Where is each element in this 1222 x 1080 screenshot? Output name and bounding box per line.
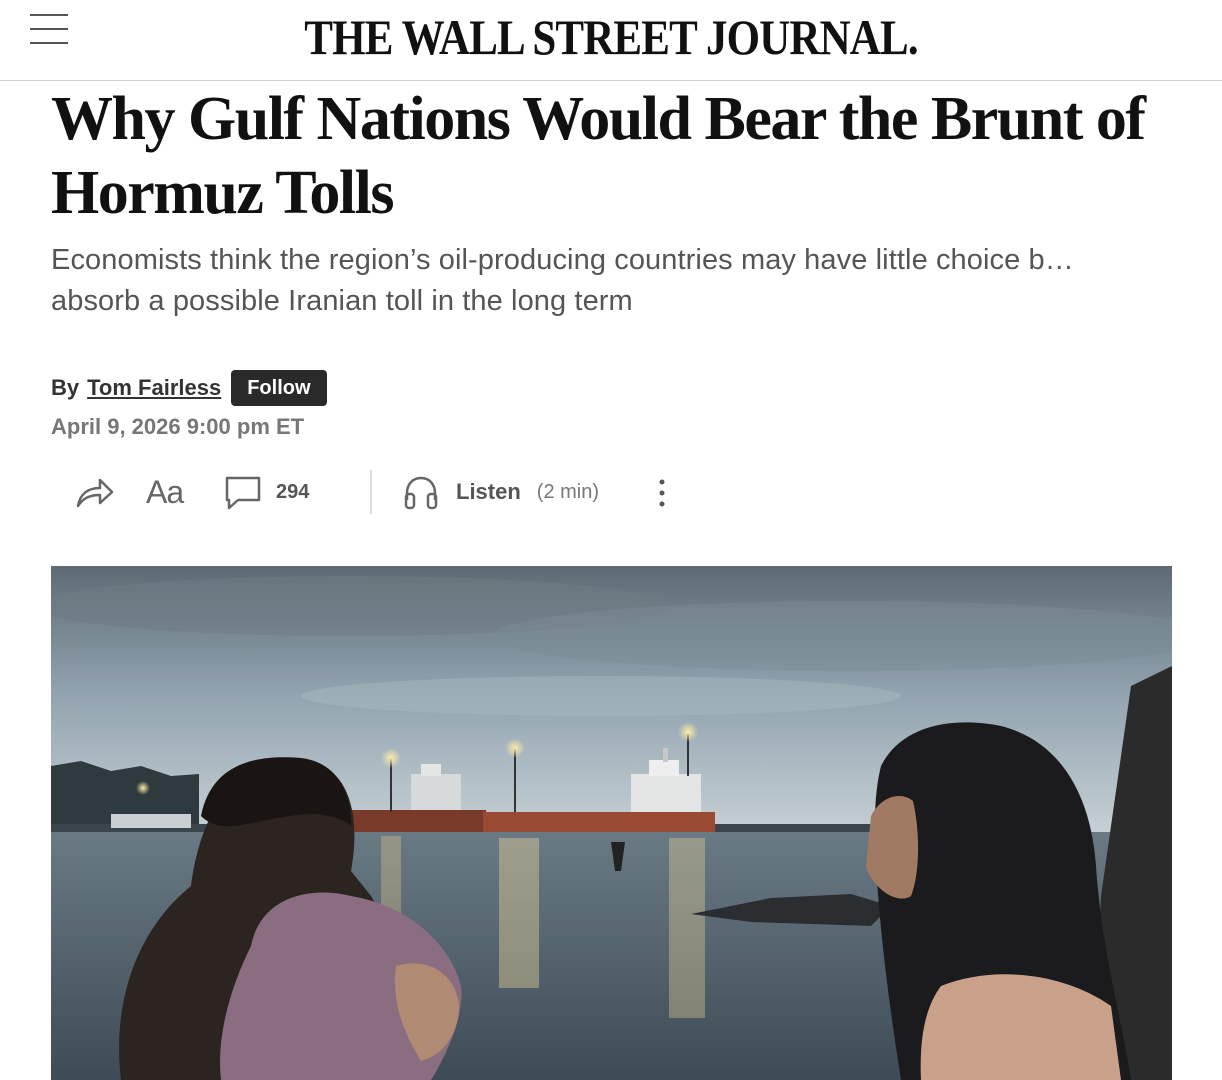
- article-dek: Economists think the region’s oil-produc…: [51, 244, 1074, 317]
- author-link[interactable]: Tom Fairless: [87, 375, 221, 401]
- article-photo[interactable]: [51, 566, 1172, 1080]
- headphones-icon: [404, 476, 438, 510]
- article-headline: Why Gulf Nations Would Bear the Brunt of…: [51, 85, 1146, 227]
- more-options-button[interactable]: [652, 468, 672, 516]
- masthead-logo[interactable]: THE WALL STREET JOURNAL.: [86, 8, 1137, 66]
- text-size-icon: Aa: [146, 473, 184, 510]
- publish-date: April 9, 2026 9:00 pm ET: [51, 414, 305, 439]
- text-size-button[interactable]: Aa: [146, 468, 184, 516]
- comments-button[interactable]: 294: [224, 468, 309, 516]
- article-toolbar: Aa 294 Listen (2 min): [74, 468, 694, 516]
- listen-button[interactable]: Listen (2 min): [402, 468, 599, 516]
- menu-icon[interactable]: [30, 12, 68, 46]
- comment-count: 294: [276, 480, 310, 503]
- byline: By Tom Fairless Follow: [51, 370, 327, 406]
- share-icon: [76, 478, 114, 508]
- more-vertical-icon: [659, 479, 665, 507]
- top-bar: THE WALL STREET JOURNAL.: [0, 0, 1222, 81]
- listen-label: Listen: [456, 479, 521, 504]
- harbor-photo-illustration: [51, 566, 1172, 1080]
- toolbar-divider: [370, 470, 372, 514]
- listen-duration: (2 min): [536, 480, 600, 503]
- byline-prefix: By: [51, 375, 80, 400]
- follow-button[interactable]: Follow: [231, 370, 327, 406]
- comment-icon: [225, 476, 261, 510]
- share-button[interactable]: [74, 468, 114, 516]
